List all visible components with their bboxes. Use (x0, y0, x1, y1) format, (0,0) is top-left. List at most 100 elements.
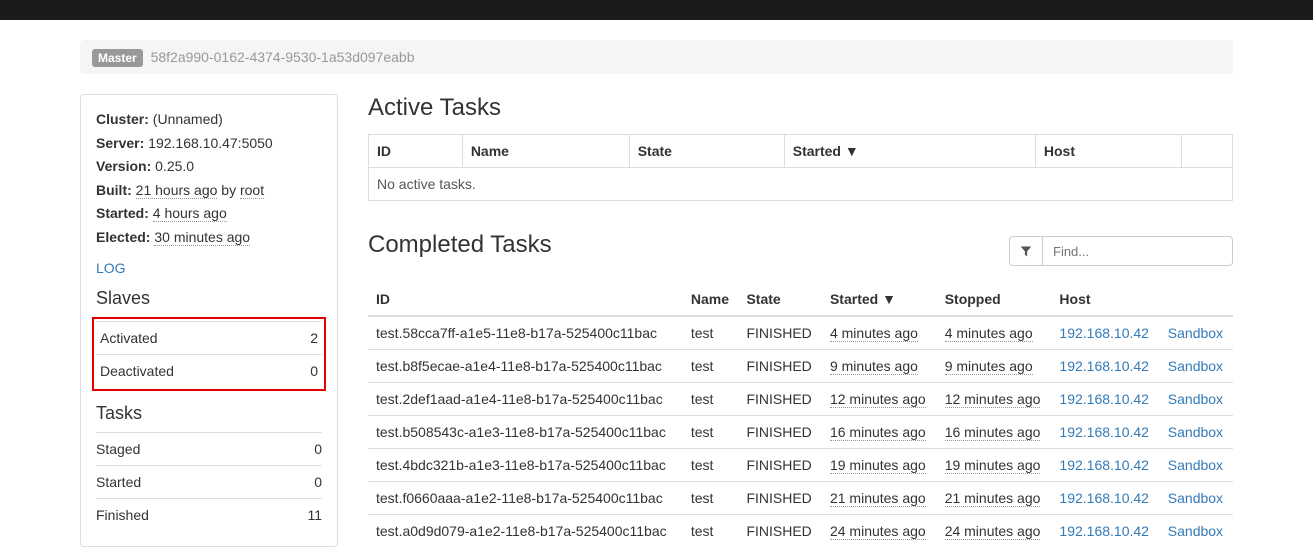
active-tasks-heading: Active Tasks (368, 94, 1233, 122)
slaves-table: Activated2Deactivated0 (96, 321, 322, 387)
server-info: Server: 192.168.10.47:5050 (96, 134, 322, 154)
server-value: 192.168.10.47:5050 (148, 135, 273, 151)
cell-sandbox: Sandbox (1160, 449, 1233, 482)
slaves-row: Activated2 (96, 321, 322, 354)
sandbox-link[interactable]: Sandbox (1168, 391, 1223, 407)
completed-col-host[interactable]: Host (1051, 283, 1159, 316)
cell-host: 192.168.10.42 (1051, 515, 1159, 547)
cell-started: 19 minutes ago (822, 449, 937, 482)
completed-tasks-table: ID Name State Started ▼ Stopped Host tes… (368, 283, 1233, 547)
completed-col-id[interactable]: ID (368, 283, 683, 316)
version-info: Version: 0.25.0 (96, 157, 322, 177)
tasks-row-value: 0 (273, 465, 322, 498)
started-value: 4 hours ago (153, 205, 227, 222)
cell-state: FINISHED (738, 416, 822, 449)
host-link[interactable]: 192.168.10.42 (1059, 325, 1149, 341)
built-value: 21 hours ago (136, 182, 218, 199)
cell-started: 9 minutes ago (822, 350, 937, 383)
started-info: Started: 4 hours ago (96, 204, 322, 224)
filter-input[interactable] (1043, 236, 1233, 266)
active-col-host[interactable]: Host (1035, 135, 1181, 168)
active-col-started[interactable]: Started ▼ (784, 135, 1035, 168)
cell-name: test (683, 350, 739, 383)
active-tasks-table: ID Name State Started ▼ Host No active t… (368, 134, 1233, 201)
cluster-label: Cluster: (96, 111, 149, 127)
cluster-value: (Unnamed) (153, 111, 223, 127)
cell-state: FINISHED (738, 350, 822, 383)
cell-host: 192.168.10.42 (1051, 316, 1159, 350)
cell-sandbox: Sandbox (1160, 482, 1233, 515)
cell-started: 24 minutes ago (822, 515, 937, 547)
cell-id: test.58cca7ff-a1e5-11e8-b17a-525400c11ba… (368, 316, 683, 350)
cell-stopped: 24 minutes ago (937, 515, 1052, 547)
host-link[interactable]: 192.168.10.42 (1059, 391, 1149, 407)
topbar (0, 0, 1313, 20)
slaves-row-label: Deactivated (96, 354, 285, 387)
cell-stopped: 19 minutes ago (937, 449, 1052, 482)
cell-state: FINISHED (738, 316, 822, 350)
tasks-row-label: Finished (96, 498, 273, 531)
host-link[interactable]: 192.168.10.42 (1059, 523, 1149, 539)
table-row: test.2def1aad-a1e4-11e8-b17a-525400c11ba… (368, 383, 1233, 416)
cell-id: test.a0d9d079-a1e2-11e8-b17a-525400c11ba… (368, 515, 683, 547)
built-label: Built: (96, 182, 132, 198)
cell-name: test (683, 449, 739, 482)
elected-label: Elected: (96, 229, 150, 245)
host-link[interactable]: 192.168.10.42 (1059, 457, 1149, 473)
sandbox-link[interactable]: Sandbox (1168, 523, 1223, 539)
filter-button[interactable] (1009, 236, 1043, 266)
tasks-row-value: 11 (273, 498, 322, 531)
cell-host: 192.168.10.42 (1051, 383, 1159, 416)
completed-col-name[interactable]: Name (683, 283, 739, 316)
cell-name: test (683, 515, 739, 547)
table-row: test.58cca7ff-a1e5-11e8-b17a-525400c11ba… (368, 316, 1233, 350)
cell-id: test.b508543c-a1e3-11e8-b17a-525400c11ba… (368, 416, 683, 449)
active-col-state[interactable]: State (629, 135, 784, 168)
cell-state: FINISHED (738, 383, 822, 416)
cell-stopped: 16 minutes ago (937, 416, 1052, 449)
built-by-value: root (240, 182, 264, 199)
log-link[interactable]: LOG (96, 260, 322, 276)
tasks-heading: Tasks (96, 403, 322, 424)
tasks-row: Finished11 (96, 498, 322, 531)
sandbox-link[interactable]: Sandbox (1168, 424, 1223, 440)
completed-col-sandbox (1160, 283, 1233, 316)
sandbox-link[interactable]: Sandbox (1168, 490, 1223, 506)
slaves-highlight-box: Activated2Deactivated0 (92, 317, 326, 391)
host-link[interactable]: 192.168.10.42 (1059, 490, 1149, 506)
funnel-icon (1020, 245, 1032, 257)
sandbox-link[interactable]: Sandbox (1168, 325, 1223, 341)
tasks-table: Staged0Started0Finished11 (96, 432, 322, 531)
server-label: Server: (96, 135, 144, 151)
table-row: test.b508543c-a1e3-11e8-b17a-525400c11ba… (368, 416, 1233, 449)
active-col-name[interactable]: Name (462, 135, 629, 168)
sandbox-link[interactable]: Sandbox (1168, 457, 1223, 473)
active-col-id[interactable]: ID (369, 135, 463, 168)
cell-sandbox: Sandbox (1160, 515, 1233, 547)
cell-state: FINISHED (738, 449, 822, 482)
completed-col-started[interactable]: Started ▼ (822, 283, 937, 316)
sandbox-link[interactable]: Sandbox (1168, 358, 1223, 374)
host-link[interactable]: 192.168.10.42 (1059, 424, 1149, 440)
master-badge: Master (92, 49, 143, 67)
tasks-row-label: Staged (96, 432, 273, 465)
cluster-info: Cluster: (Unnamed) (96, 110, 322, 130)
cell-sandbox: Sandbox (1160, 383, 1233, 416)
completed-col-stopped[interactable]: Stopped (937, 283, 1052, 316)
version-value: 0.25.0 (155, 158, 194, 174)
cell-id: test.2def1aad-a1e4-11e8-b17a-525400c11ba… (368, 383, 683, 416)
cell-started: 12 minutes ago (822, 383, 937, 416)
completed-col-state[interactable]: State (738, 283, 822, 316)
master-bar: Master 58f2a990-0162-4374-9530-1a53d097e… (80, 40, 1233, 74)
cell-host: 192.168.10.42 (1051, 416, 1159, 449)
slaves-heading: Slaves (96, 288, 322, 309)
tasks-row: Started0 (96, 465, 322, 498)
cell-id: test.f0660aaa-a1e2-11e8-b17a-525400c11ba… (368, 482, 683, 515)
host-link[interactable]: 192.168.10.42 (1059, 358, 1149, 374)
cell-host: 192.168.10.42 (1051, 449, 1159, 482)
version-label: Version: (96, 158, 151, 174)
tasks-row: Staged0 (96, 432, 322, 465)
cell-host: 192.168.10.42 (1051, 482, 1159, 515)
sidebar: Cluster: (Unnamed) Server: 192.168.10.47… (80, 94, 338, 547)
cell-id: test.b8f5ecae-a1e4-11e8-b17a-525400c11ba… (368, 350, 683, 383)
